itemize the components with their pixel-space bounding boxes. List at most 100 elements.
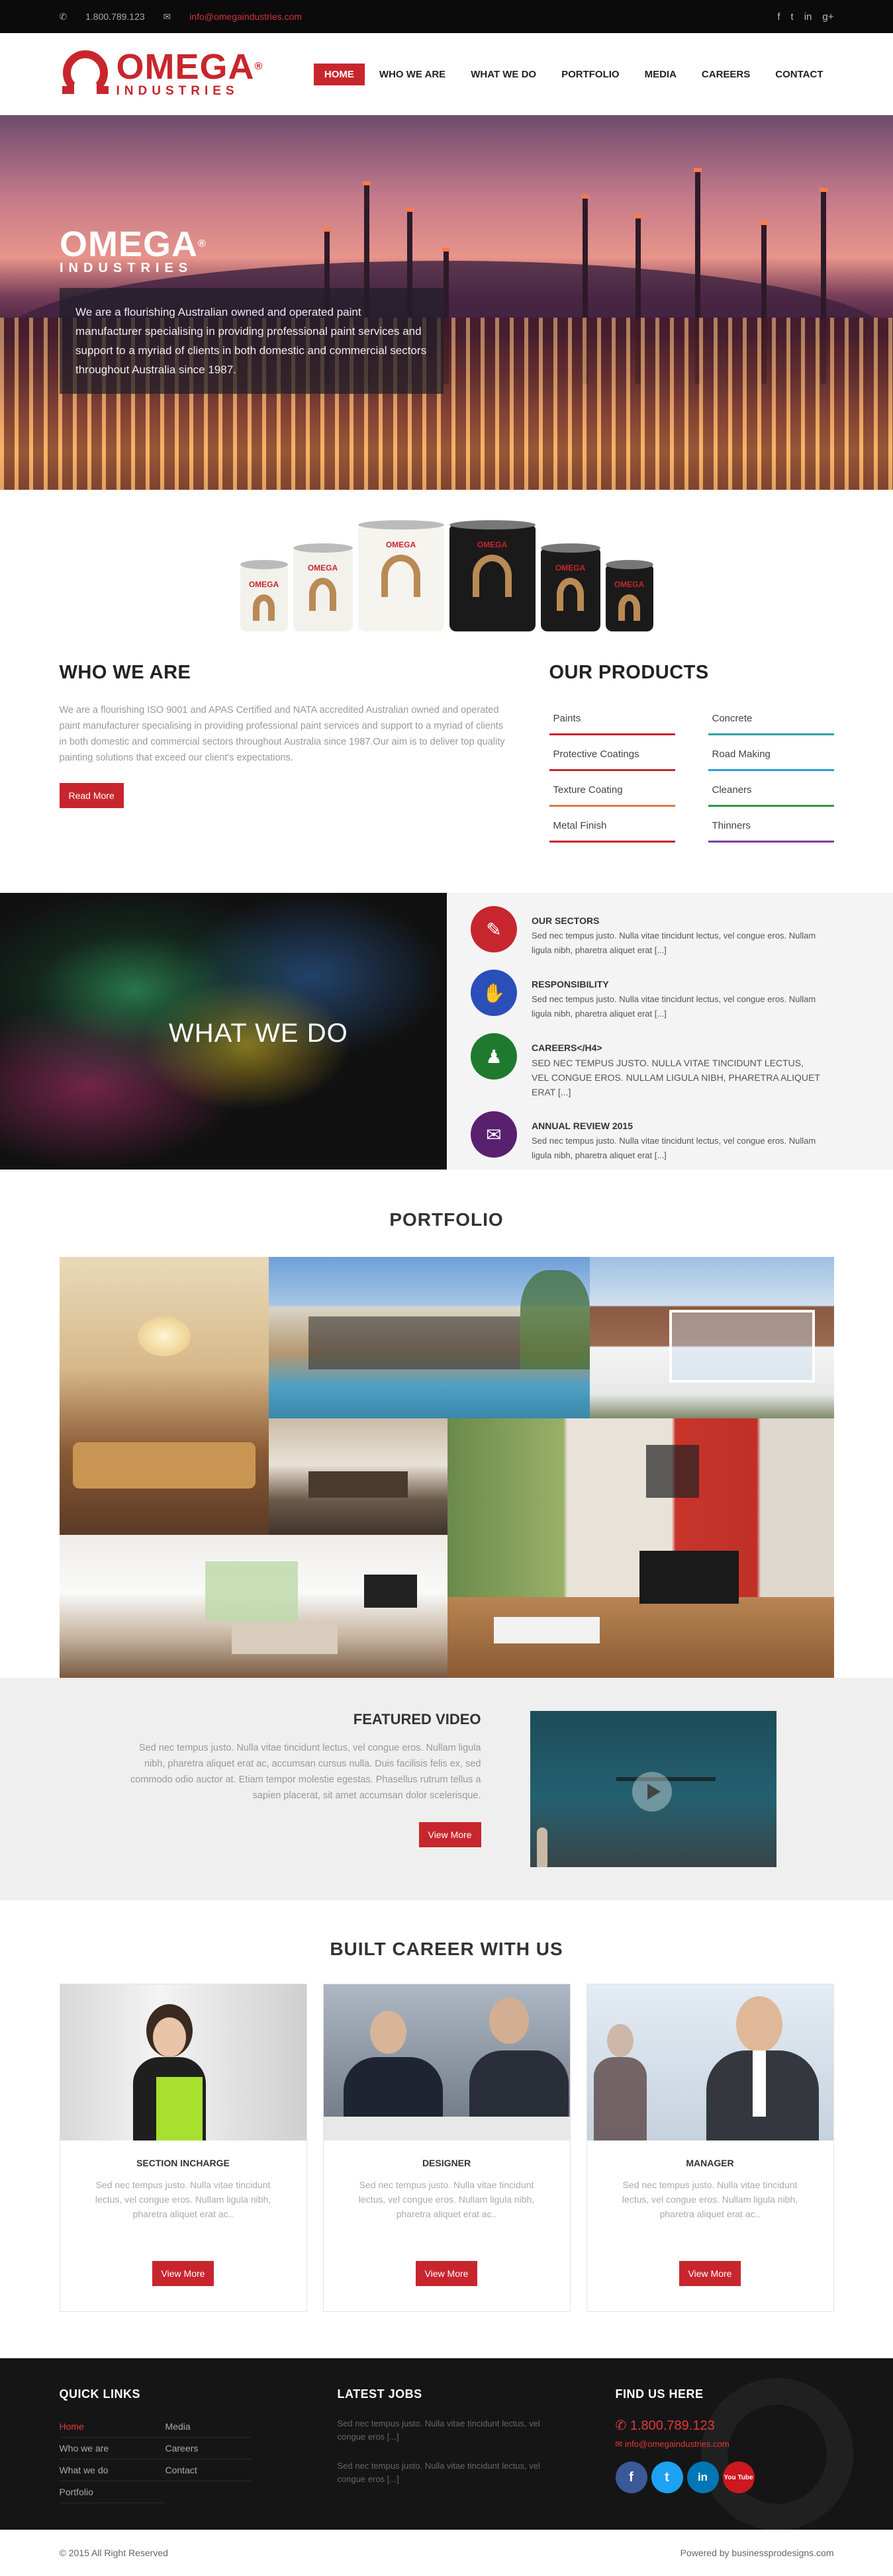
- footer-socials: f t in You Tube: [615, 2461, 834, 2493]
- who-text: We are a flourishing ISO 9001 and APAS C…: [59, 705, 505, 763]
- latest-jobs-title: LATEST JOBS: [337, 2387, 422, 2401]
- find-us-title: FIND US HERE: [615, 2387, 704, 2401]
- footer-link-careers[interactable]: Careers: [165, 2438, 252, 2460]
- footer-find-us: FIND US HERE ✆ 1.800.789.123 ✉ info@omeg…: [615, 2387, 834, 2503]
- featured-title: FEATURED VIDEO: [353, 1711, 481, 1727]
- product-item-protective-coatings[interactable]: Protective Coatings: [549, 739, 675, 771]
- footer-email[interactable]: info@omegaindustries.com: [625, 2439, 729, 2449]
- career-view-more-button[interactable]: View More: [152, 2261, 214, 2286]
- career-role: DESIGNER: [422, 2158, 471, 2168]
- hero-logo-sub: INDUSTRIES: [60, 261, 193, 275]
- what-we-do-item[interactable]: ✋ RESPONSIBILITY Sed nec tempus justo. Nul…: [471, 970, 869, 1021]
- footer-link-what-we-do[interactable]: What we do: [59, 2460, 165, 2481]
- what-we-do-item-title: OUR SECTORS: [532, 915, 600, 926]
- what-we-do-item-text: Sed nec tempus justo. Nulla vitae tincid…: [532, 1058, 820, 1097]
- who-title: WHO WE ARE: [59, 662, 191, 683]
- career-view-more-button[interactable]: View More: [415, 2261, 478, 2286]
- product-item-texture-coating[interactable]: Texture Coating: [549, 775, 675, 807]
- paint-can: OMEGA: [293, 543, 353, 631]
- footer-quick-links: QUICK LINKS Home Media Who we are Career…: [59, 2387, 278, 2503]
- logo[interactable]: OMEGA® INDUSTRIES: [60, 49, 263, 99]
- portfolio-image-house-pool[interactable]: [268, 1257, 590, 1418]
- job-item[interactable]: Sed nec tempus justo. Nulla vitae tincid…: [338, 2460, 556, 2486]
- mail-icon: ✉: [615, 2439, 626, 2449]
- top-bar: ✆ 1.800.789.123 ✉ info@omegaindustries.c…: [0, 0, 893, 33]
- nav-who-we-are[interactable]: WHO WE ARE: [369, 64, 456, 85]
- paint-can-label: OMEGA: [555, 563, 586, 573]
- what-we-do-title: WHAT WE DO: [169, 1019, 348, 1048]
- career-text: Sed nec tempus justo. Nulla vitae tincid…: [95, 2180, 271, 2219]
- mail-icon: ✉: [163, 11, 171, 22]
- hero-logo-reg: ®: [198, 238, 207, 250]
- google-plus-icon[interactable]: g+: [822, 11, 833, 23]
- career-text: Sed nec tempus justo. Nulla vitae tincid…: [622, 2180, 798, 2219]
- product-item-metal-finish[interactable]: Metal Finish: [549, 811, 675, 843]
- products-list: Paints Concrete Protective Coatings Road Ma…: [549, 704, 834, 847]
- what-we-do-item-text: Sed nec tempus justo. Nulla vitae tincid…: [532, 931, 816, 955]
- top-social: f t in g+: [777, 11, 833, 23]
- featured-video[interactable]: [530, 1711, 776, 1867]
- paint-can-label: OMEGA: [477, 540, 508, 549]
- what-we-do-item[interactable]: ✎ OUR SECTORS Sed nec tempus justo. Nulla …: [471, 906, 869, 958]
- product-item-road-making[interactable]: Road Making: [708, 739, 834, 771]
- career-view-more-button[interactable]: View More: [679, 2261, 741, 2286]
- featured-view-more-button[interactable]: View More: [418, 1822, 481, 1847]
- career-image-designer: [323, 1984, 570, 2140]
- paint-can: OMEGA: [449, 520, 536, 631]
- nav-media[interactable]: MEDIA: [634, 64, 687, 85]
- product-item-thinners[interactable]: Thinners: [708, 811, 834, 843]
- footer-link-portfolio[interactable]: Portfolio: [59, 2481, 165, 2503]
- hero-text: We are a flourishing Australian owned an…: [60, 288, 444, 394]
- job-item[interactable]: Sed nec tempus justo. Nulla vitae tincid…: [338, 2417, 556, 2444]
- featured-video-section: FEATURED VIDEO Sed nec tempus justo. Nul…: [0, 1678, 893, 1900]
- career-text: Sed nec tempus justo. Nulla vitae tincid…: [358, 2180, 535, 2219]
- footer-link-home[interactable]: Home: [59, 2416, 165, 2438]
- linkedin-icon[interactable]: in: [686, 2461, 719, 2493]
- nav-portfolio[interactable]: PORTFOLIO: [551, 64, 630, 85]
- product-item-concrete[interactable]: Concrete: [708, 704, 834, 735]
- paint-can-label: OMEGA: [307, 563, 338, 573]
- youtube-icon[interactable]: You Tube: [722, 2461, 755, 2493]
- footer-link-who-we-are[interactable]: Who we are: [59, 2438, 165, 2460]
- powered-by-link[interactable]: Powered by businessprodesigns.com: [681, 2548, 834, 2558]
- portfolio-image-modern-living-room[interactable]: [447, 1418, 834, 1678]
- career-card: DESIGNER Sed nec tempus justo. Nulla vit…: [322, 1984, 571, 2312]
- what-we-do-item-text: Sed nec tempus justo. Nulla vitae tincid…: [532, 1136, 816, 1160]
- portfolio-image-living-room[interactable]: [59, 1257, 269, 1535]
- career-cards: SECTION INCHARGE Sed nec tempus justo. N…: [59, 1984, 834, 2312]
- footer-link-media[interactable]: Media: [165, 2416, 252, 2438]
- read-more-button[interactable]: Read More: [59, 783, 124, 808]
- nav-what-we-do[interactable]: WHAT WE DO: [460, 64, 547, 85]
- twitter-icon[interactable]: t: [791, 11, 794, 23]
- nav-home[interactable]: HOME: [313, 63, 365, 85]
- portfolio-image-dining-room[interactable]: [268, 1418, 447, 1535]
- facebook-icon[interactable]: f: [615, 2461, 647, 2493]
- what-we-do-item[interactable]: ♟ CAREERS</H4> Sed nec tempus justo. Nulla…: [471, 1033, 869, 1099]
- portfolio-image-conservatory[interactable]: [589, 1257, 834, 1418]
- product-item-cleaners[interactable]: Cleaners: [708, 775, 834, 807]
- career-card: MANAGER Sed nec tempus justo. Nulla vita…: [586, 1984, 834, 2312]
- what-we-do-item-title: ANNUAL REVIEW 2015: [532, 1121, 634, 1131]
- hero-logo-name: OMEGA: [60, 224, 199, 264]
- product-item-paints[interactable]: Paints: [549, 704, 675, 735]
- who-products-section: WHO WE ARE We are a flourishing ISO 9001…: [0, 642, 893, 893]
- play-icon[interactable]: [632, 1772, 672, 1812]
- what-we-do-item[interactable]: ✉ ANNUAL REVIEW 2015 Sed nec tempus justo.…: [471, 1111, 869, 1163]
- career-title: BUILT CAREER WITH US: [330, 1939, 563, 1959]
- footer-link-contact[interactable]: Contact: [165, 2460, 252, 2481]
- person-icon: ♟: [471, 1033, 517, 1080]
- career-card: SECTION INCHARGE Sed nec tempus justo. N…: [59, 1984, 307, 2312]
- handshake-icon: ✋: [471, 970, 517, 1016]
- linkedin-icon[interactable]: in: [804, 11, 812, 23]
- what-we-do-item-title: CAREERS</H4>: [532, 1042, 602, 1053]
- nav-contact[interactable]: CONTACT: [765, 64, 833, 85]
- what-we-do-list: ✎ OUR SECTORS Sed nec tempus justo. Nulla …: [447, 893, 893, 1170]
- top-email[interactable]: info@omegaindustries.com: [189, 11, 302, 22]
- facebook-icon[interactable]: f: [777, 11, 780, 23]
- portfolio-image-lounge[interactable]: [59, 1535, 447, 1678]
- quick-links-title: QUICK LINKS: [59, 2387, 140, 2401]
- our-products: OUR PRODUCTS Paints Concrete Protective Co…: [549, 662, 834, 847]
- portfolio-section: PORTFOLIO: [0, 1170, 893, 1678]
- nav-careers[interactable]: CAREERS: [691, 64, 761, 85]
- twitter-icon[interactable]: t: [651, 2461, 683, 2493]
